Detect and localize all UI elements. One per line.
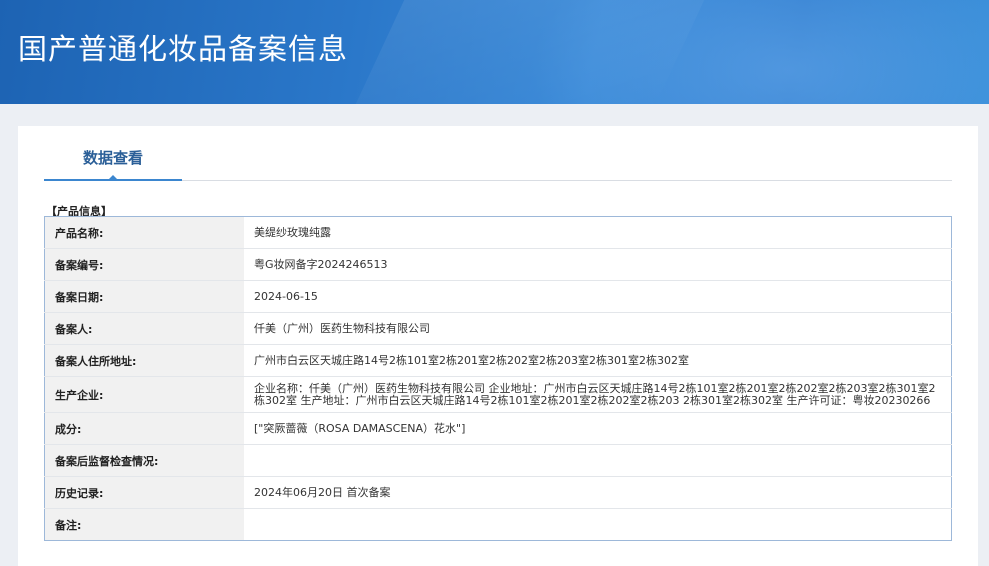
row-label: 备案人: <box>44 312 244 345</box>
row-label: 生产企业: <box>44 376 244 413</box>
row-label: 历史记录: <box>44 476 244 509</box>
table-row: 备案人住所地址: 广州市白云区天城庄路14号2栋101室2栋201室2栋202室… <box>44 344 952 377</box>
table-row: 备案编号: 粤G妆网备字2024246513 <box>44 248 952 281</box>
row-label: 备注: <box>44 508 244 541</box>
row-value: 仟美（广州）医药生物科技有限公司 <box>244 312 952 345</box>
row-value: 2024-06-15 <box>244 280 952 313</box>
table-row: 成分: ["突厥蔷薇（ROSA DAMASCENA）花水"] <box>44 412 952 445</box>
row-value <box>244 508 952 541</box>
table-row: 备案日期: 2024-06-15 <box>44 280 952 313</box>
row-value <box>244 444 952 477</box>
table-row: 备注: <box>44 508 952 541</box>
row-label: 产品名称: <box>44 216 244 249</box>
tab-bar: 数据查看 <box>44 144 952 181</box>
row-value: 企业名称：仟美（广州）医药生物科技有限公司 企业地址：广州市白云区天城庄路14号… <box>244 376 952 413</box>
table-row: 备案后监督检查情况: <box>44 444 952 477</box>
row-value: 广州市白云区天城庄路14号2栋101室2栋201室2栋202室2栋203室2栋3… <box>244 344 952 377</box>
table-row: 生产企业: 企业名称：仟美（广州）医药生物科技有限公司 企业地址：广州市白云区天… <box>44 376 952 413</box>
tab-active-indicator <box>107 175 119 181</box>
content-card: 数据查看 【产品信息】 产品名称: 美缇纱玫瑰纯露 备案编号: 粤G妆网备字20… <box>18 126 978 566</box>
header-banner: 国产普通化妆品备案信息 <box>0 0 989 104</box>
table-row: 历史记录: 2024年06月20日 首次备案 <box>44 476 952 509</box>
table-row: 备案人: 仟美（广州）医药生物科技有限公司 <box>44 312 952 345</box>
product-info-table: 产品名称: 美缇纱玫瑰纯露 备案编号: 粤G妆网备字2024246513 备案日… <box>44 216 952 541</box>
row-label: 成分: <box>44 412 244 445</box>
row-value: 美缇纱玫瑰纯露 <box>244 216 952 249</box>
row-value: ["突厥蔷薇（ROSA DAMASCENA）花水"] <box>244 412 952 445</box>
row-value: 2024年06月20日 首次备案 <box>244 476 952 509</box>
row-value: 粤G妆网备字2024246513 <box>244 248 952 281</box>
page-title: 国产普通化妆品备案信息 <box>18 32 349 66</box>
table-row: 产品名称: 美缇纱玫瑰纯露 <box>44 216 952 249</box>
row-label: 备案后监督检查情况: <box>44 444 244 477</box>
row-label: 备案编号: <box>44 248 244 281</box>
row-label: 备案人住所地址: <box>44 344 244 377</box>
row-label: 备案日期: <box>44 280 244 313</box>
